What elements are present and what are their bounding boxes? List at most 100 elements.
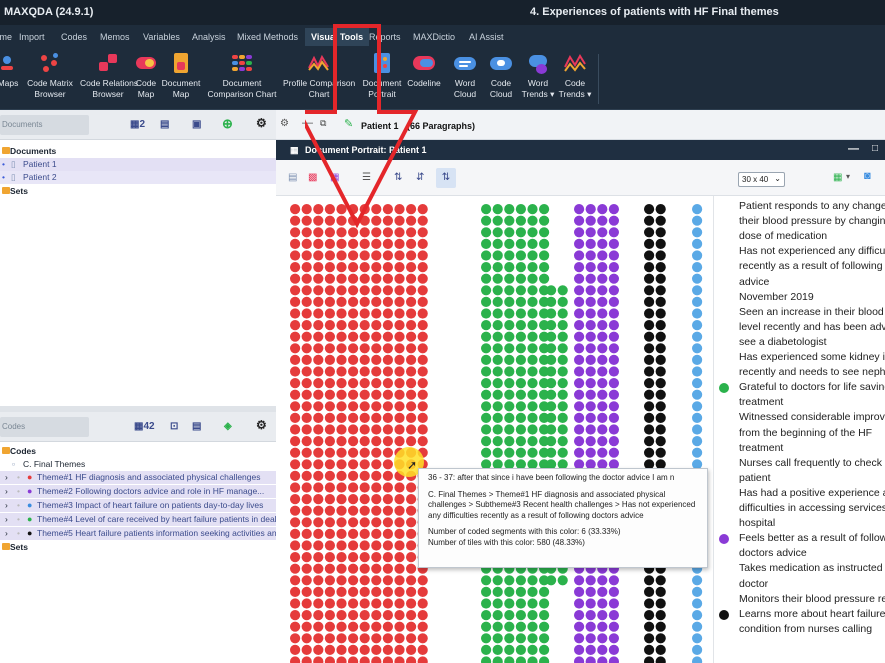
portrait-tile[interactable] — [417, 633, 428, 644]
portrait-tile[interactable] — [655, 320, 666, 331]
portrait-tile[interactable] — [290, 552, 301, 563]
portrait-tile[interactable] — [585, 296, 596, 307]
portrait-tile[interactable] — [492, 412, 503, 423]
portrait-tile[interactable] — [313, 621, 324, 632]
portrait-tile[interactable] — [348, 354, 359, 365]
code-matrix-browser-button[interactable]: Code Matrix Browser — [24, 52, 76, 100]
portrait-tile[interactable] — [546, 320, 557, 331]
portrait-tile[interactable] — [313, 343, 324, 354]
portrait-tile[interactable] — [382, 447, 393, 458]
portrait-tile[interactable] — [515, 343, 526, 354]
portrait-tile[interactable] — [348, 331, 359, 342]
portrait-tile[interactable] — [406, 378, 417, 389]
portrait-tile[interactable] — [290, 563, 301, 574]
portrait-tile[interactable] — [585, 412, 596, 423]
portrait-tile[interactable] — [515, 238, 526, 249]
portrait-tile[interactable] — [348, 320, 359, 331]
portrait-tile[interactable] — [290, 459, 301, 470]
portrait-tile[interactable] — [481, 436, 492, 447]
portrait-tile[interactable] — [336, 447, 347, 458]
portrait-tile[interactable] — [394, 436, 405, 447]
portrait-tile[interactable] — [492, 633, 503, 644]
portrait-tile[interactable] — [692, 285, 703, 296]
portrait-tile[interactable] — [301, 482, 312, 493]
portrait-tile[interactable] — [492, 262, 503, 273]
portrait-tile[interactable] — [597, 343, 608, 354]
portrait-tile[interactable] — [644, 262, 655, 273]
portrait-tile[interactable] — [382, 343, 393, 354]
portrait-tile[interactable] — [406, 540, 417, 551]
portrait-tile[interactable] — [527, 227, 538, 238]
code-document-icon[interactable]: ▤ — [192, 421, 201, 432]
portrait-tile[interactable] — [394, 482, 405, 493]
portrait-tile[interactable] — [692, 331, 703, 342]
portrait-tile[interactable] — [336, 633, 347, 644]
portrait-tile[interactable] — [348, 343, 359, 354]
portrait-tile[interactable] — [290, 436, 301, 447]
portrait-tile[interactable] — [504, 238, 515, 249]
order-icon[interactable]: ⇅ — [436, 168, 456, 188]
portrait-tile[interactable] — [336, 621, 347, 632]
portrait-tile[interactable] — [348, 447, 359, 458]
portrait-tile[interactable] — [336, 505, 347, 516]
portrait-tile[interactable] — [515, 308, 526, 319]
portrait-tile[interactable] — [348, 552, 359, 563]
portrait-tile[interactable] — [585, 343, 596, 354]
portrait-tile[interactable] — [371, 552, 382, 563]
portrait-tile[interactable] — [585, 598, 596, 609]
portrait-tile[interactable] — [301, 343, 312, 354]
portrait-tile[interactable] — [527, 447, 538, 458]
portrait-tile[interactable] — [574, 343, 585, 354]
portrait-tile[interactable] — [655, 424, 666, 435]
portrait-tile[interactable] — [290, 296, 301, 307]
portrait-tile[interactable] — [371, 563, 382, 574]
portrait-tile[interactable] — [546, 447, 557, 458]
portrait-tile[interactable] — [348, 586, 359, 597]
portrait-tile[interactable] — [644, 227, 655, 238]
portrait-tile[interactable] — [481, 320, 492, 331]
portrait-tile[interactable] — [324, 528, 335, 539]
portrait-tile[interactable] — [492, 656, 503, 663]
word-trends-button[interactable]: Word Trends ▾ — [520, 52, 556, 100]
portrait-tile[interactable] — [504, 273, 515, 284]
menu-variables[interactable]: Variables — [143, 32, 180, 42]
portrait-tile[interactable] — [324, 447, 335, 458]
portrait-tile[interactable] — [382, 366, 393, 377]
portrait-tile[interactable] — [644, 285, 655, 296]
portrait-tile[interactable] — [574, 598, 585, 609]
portrait-tile[interactable] — [608, 436, 619, 447]
code-relations-browser-button[interactable]: Code Relations Browser — [80, 52, 138, 100]
portrait-tile[interactable] — [585, 401, 596, 412]
portrait-tile[interactable] — [527, 575, 538, 586]
portrait-tile[interactable] — [492, 424, 503, 435]
portrait-tile[interactable] — [394, 621, 405, 632]
portrait-tile[interactable] — [492, 227, 503, 238]
portrait-tile[interactable] — [557, 424, 568, 435]
portrait-tile[interactable] — [336, 424, 347, 435]
portrait-tile[interactable] — [655, 366, 666, 377]
portrait-tile[interactable] — [527, 238, 538, 249]
portrait-tile[interactable] — [504, 447, 515, 458]
portrait-tile[interactable] — [324, 540, 335, 551]
portrait-tile[interactable] — [492, 447, 503, 458]
portrait-tile[interactable] — [481, 227, 492, 238]
portrait-tile[interactable] — [692, 308, 703, 319]
portrait-tile[interactable] — [515, 401, 526, 412]
portrait-tile[interactable] — [313, 656, 324, 663]
portrait-tile[interactable] — [608, 320, 619, 331]
portrait-tile[interactable] — [348, 656, 359, 663]
portrait-tile[interactable] — [655, 401, 666, 412]
portrait-tile[interactable] — [655, 621, 666, 632]
portrait-tile[interactable] — [359, 424, 370, 435]
portrait-tile[interactable] — [417, 575, 428, 586]
portrait-tile[interactable] — [655, 227, 666, 238]
portrait-tile[interactable] — [301, 563, 312, 574]
portrait-tile[interactable] — [504, 633, 515, 644]
portrait-tile[interactable] — [585, 424, 596, 435]
portrait-tile[interactable] — [546, 343, 557, 354]
portrait-tile[interactable] — [382, 412, 393, 423]
portrait-tile[interactable] — [597, 378, 608, 389]
portrait-tile[interactable] — [692, 412, 703, 423]
portrait-tile[interactable] — [359, 598, 370, 609]
portrait-tile[interactable] — [504, 436, 515, 447]
